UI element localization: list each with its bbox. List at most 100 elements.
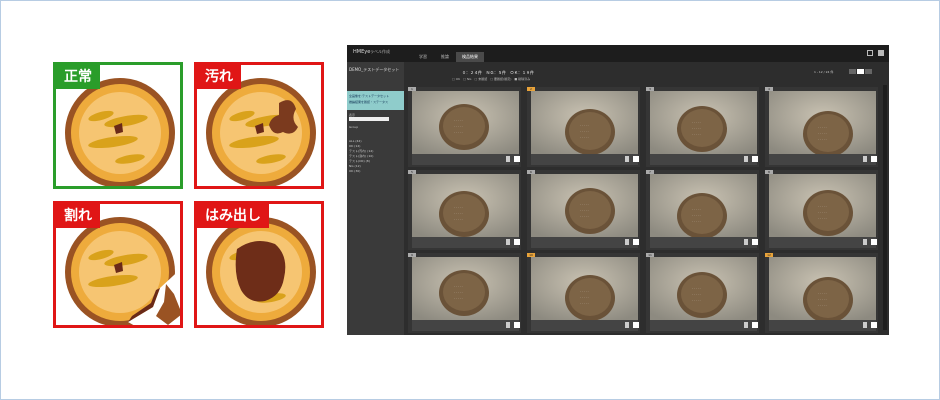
settings-icon[interactable] [878, 50, 884, 56]
cookie-photo-icon: · · · · · · · · · · · · · · · [412, 91, 519, 154]
select-checkbox[interactable] [633, 239, 639, 245]
cookie-photo-icon: · · · · · · · · · · · · · · · [531, 174, 638, 237]
page-button[interactable] [857, 69, 864, 74]
cookie-photo[interactable]: · · · · · · · · · · · · · · · [769, 174, 876, 237]
menu-label[interactable]: ラベル作成 [370, 49, 390, 55]
svg-text:· · · · ·: · · · · · [454, 217, 463, 221]
svg-text:· · · · ·: · · · · · [580, 301, 589, 305]
svg-text:· · · · ·: · · · · · [818, 303, 827, 307]
image-card[interactable]: 4 · · · · · · · · · · · · · · · [765, 87, 878, 167]
image-card[interactable]: 7 · · · · · · · · · · · · · · · [646, 170, 759, 250]
cookie-photo-icon: · · · · · · · · · · · · · · · [412, 257, 519, 320]
select-checkbox[interactable] [752, 156, 758, 162]
top-bar: HMEye ラベル作成 学習 推論 検品結果 [347, 45, 889, 62]
cookie-photo[interactable]: · · · · · · · · · · · · · · · [412, 174, 519, 237]
image-card[interactable]: 9 · · · · · · · · · · · · · · · [408, 253, 521, 333]
select-checkbox[interactable] [752, 239, 758, 245]
tab-results[interactable]: 検品結果 [456, 52, 484, 62]
card-footer [531, 320, 638, 331]
group-list: ALL (44) OK (14) テスト(汚れ) (12) テスト(割れ) (1… [349, 139, 373, 174]
svg-text:· · · · ·: · · · · · [692, 213, 701, 217]
svg-text:· · · · ·: · · · · · [692, 207, 701, 211]
cookie-photo-icon: · · · · · · · · · · · · · · · [531, 257, 638, 320]
select-checkbox[interactable] [633, 322, 639, 328]
trash-icon[interactable] [506, 239, 510, 245]
cookie-photo[interactable]: · · · · · · · · · · · · · · · [650, 257, 757, 320]
card-crack: 割れ [53, 201, 183, 328]
next-page-button[interactable] [865, 69, 872, 74]
search-input[interactable] [349, 117, 389, 121]
svg-text:· · · · ·: · · · · · [454, 130, 463, 134]
card-footer [650, 154, 757, 165]
tab-inference[interactable]: 推論 [434, 52, 456, 62]
cookie-photo[interactable]: · · · · · · · · · · · · · · · [412, 91, 519, 154]
image-card[interactable]: 10 · · · · · · · · · · · · · · · [527, 253, 640, 333]
trash-icon[interactable] [863, 156, 867, 162]
window-icon[interactable] [867, 50, 873, 56]
select-checkbox[interactable] [514, 239, 520, 245]
svg-text:· · · · ·: · · · · · [454, 290, 463, 294]
cookie-photo[interactable]: · · · · · · · · · · · · · · · [769, 257, 876, 320]
trash-icon[interactable] [744, 156, 748, 162]
image-card[interactable]: 6 · · · · · · · · · · · · · · · [527, 170, 640, 250]
select-checkbox[interactable] [633, 156, 639, 162]
svg-text:· · · · ·: · · · · · [818, 210, 827, 214]
trash-icon[interactable] [744, 239, 748, 245]
trash-icon[interactable] [625, 322, 629, 328]
select-checkbox[interactable] [514, 156, 520, 162]
select-checkbox[interactable] [871, 156, 877, 162]
prev-page-button[interactable] [849, 69, 856, 74]
cookie-photo[interactable]: · · · · · · · · · · · · · · · [531, 174, 638, 237]
select-checkbox[interactable] [514, 322, 520, 328]
cookie-photo[interactable]: · · · · · · · · · · · · · · · [412, 257, 519, 320]
svg-text:· · · · ·: · · · · · [692, 126, 701, 130]
svg-text:· · · · ·: · · · · · [818, 291, 827, 295]
tab-train[interactable]: 学習 [412, 52, 434, 62]
sidebar-item[interactable]: OK (30) [349, 169, 373, 174]
svg-text:· · · · ·: · · · · · [454, 124, 463, 128]
cookie-photo[interactable]: · · · · · · · · · · · · · · · [769, 91, 876, 154]
app-brand: HMEye [353, 49, 371, 55]
scrollbar[interactable] [883, 85, 887, 330]
tab-bar: 学習 推論 検品結果 [392, 52, 484, 62]
card-footer [531, 237, 638, 248]
trash-icon[interactable] [625, 156, 629, 162]
svg-text:· · · · ·: · · · · · [580, 208, 589, 212]
card-footer [769, 154, 876, 165]
svg-text:· · · · ·: · · · · · [454, 118, 463, 122]
svg-text:· · · · ·: · · · · · [454, 284, 463, 288]
sidebar-highlight[interactable]: 全画像を:テストデータセット 推論結果を確認・ステータス [347, 91, 404, 110]
svg-text:· · · · ·: · · · · · [818, 204, 827, 208]
image-card[interactable]: 5 · · · · · · · · · · · · · · · [408, 170, 521, 250]
card-dirt: 汚れ [194, 62, 324, 189]
highlight-line2: 推論結果を確認・ステータス [349, 100, 389, 104]
trash-icon[interactable] [506, 156, 510, 162]
cookie-photo-icon: · · · · · · · · · · · · · · · [412, 174, 519, 237]
svg-text:· · · · ·: · · · · · [818, 297, 827, 301]
card-normal: 正常 [53, 62, 183, 189]
trash-icon[interactable] [744, 322, 748, 328]
select-checkbox[interactable] [871, 322, 877, 328]
cookie-photo[interactable]: · · · · · · · · · · · · · · · [650, 174, 757, 237]
cookie-photo[interactable]: · · · · · · · · · · · · · · · [531, 257, 638, 320]
trash-icon[interactable] [506, 322, 510, 328]
trash-icon[interactable] [863, 239, 867, 245]
image-card[interactable]: 2 · · · · · · · · · · · · · · · [527, 87, 640, 167]
card-footer [650, 237, 757, 248]
select-checkbox[interactable] [871, 239, 877, 245]
cookie-photo[interactable]: · · · · · · · · · · · · · · · [531, 91, 638, 154]
cookie-photo-icon: · · · · · · · · · · · · · · · [769, 174, 876, 237]
trash-icon[interactable] [863, 322, 867, 328]
select-checkbox[interactable] [752, 322, 758, 328]
image-card[interactable]: 12 · · · · · · · · · · · · · · · [765, 253, 878, 333]
image-card[interactable]: 3 · · · · · · · · · · · · · · · [646, 87, 759, 167]
status-legend: □ OK □ NG □ 未確認 □ 要確認(確定) ■ 削除済み [452, 77, 531, 81]
image-card[interactable]: 8 · · · · · · · · · · · · · · · [765, 170, 878, 250]
card-footer [412, 154, 519, 165]
cookie-photo[interactable]: · · · · · · · · · · · · · · · [650, 91, 757, 154]
image-card[interactable]: 11 · · · · · · · · · · · · · · · [646, 253, 759, 333]
card-footer [412, 320, 519, 331]
card-footer [412, 237, 519, 248]
trash-icon[interactable] [625, 239, 629, 245]
image-card[interactable]: 1 · · · · · · · · · · · · · · · [408, 87, 521, 167]
